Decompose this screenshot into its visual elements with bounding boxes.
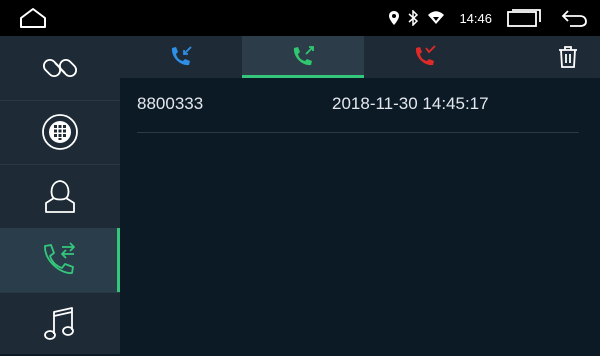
active-tab-indicator: [242, 75, 364, 78]
sidebar-item-dialpad[interactable]: [0, 100, 120, 165]
call-time: 2018-11-30 14:45:17: [332, 94, 489, 113]
link-icon: [43, 58, 77, 78]
sidebar: [0, 36, 120, 354]
incoming-call-icon: [171, 46, 192, 66]
bluetooth-icon: [408, 10, 419, 26]
missed-call-icon: [415, 45, 436, 66]
call-log-panel: 8800333 2018-11-30 14:45:17: [120, 36, 600, 354]
sidebar-item-link[interactable]: [0, 36, 120, 101]
home-icon[interactable]: [18, 6, 48, 30]
location-icon: [389, 11, 400, 25]
status-clock: 14:46: [459, 10, 492, 26]
status-bar: 14:46: [0, 0, 600, 36]
call-type-tabs: [120, 36, 600, 78]
tab-outgoing-calls[interactable]: [242, 36, 364, 78]
back-icon[interactable]: [560, 8, 588, 28]
trash-icon[interactable]: [558, 46, 578, 68]
call-log-row[interactable]: 8800333 2018-11-30 14:45:17: [137, 92, 579, 133]
call-number: 8800333: [137, 94, 204, 113]
sidebar-item-contacts[interactable]: [0, 164, 120, 229]
tab-missed-calls[interactable]: [364, 36, 486, 78]
call-log-icon: [44, 242, 75, 274]
outgoing-call-icon: [293, 46, 314, 66]
tab-incoming-calls[interactable]: [120, 36, 242, 78]
dialpad-icon: [42, 114, 78, 150]
music-icon: [44, 307, 74, 340]
wifi-icon: [428, 11, 445, 24]
contacts-icon: [45, 180, 75, 213]
sidebar-item-music[interactable]: [0, 292, 120, 356]
recent-apps-icon[interactable]: [506, 8, 542, 28]
sidebar-item-call-log[interactable]: [0, 228, 120, 293]
